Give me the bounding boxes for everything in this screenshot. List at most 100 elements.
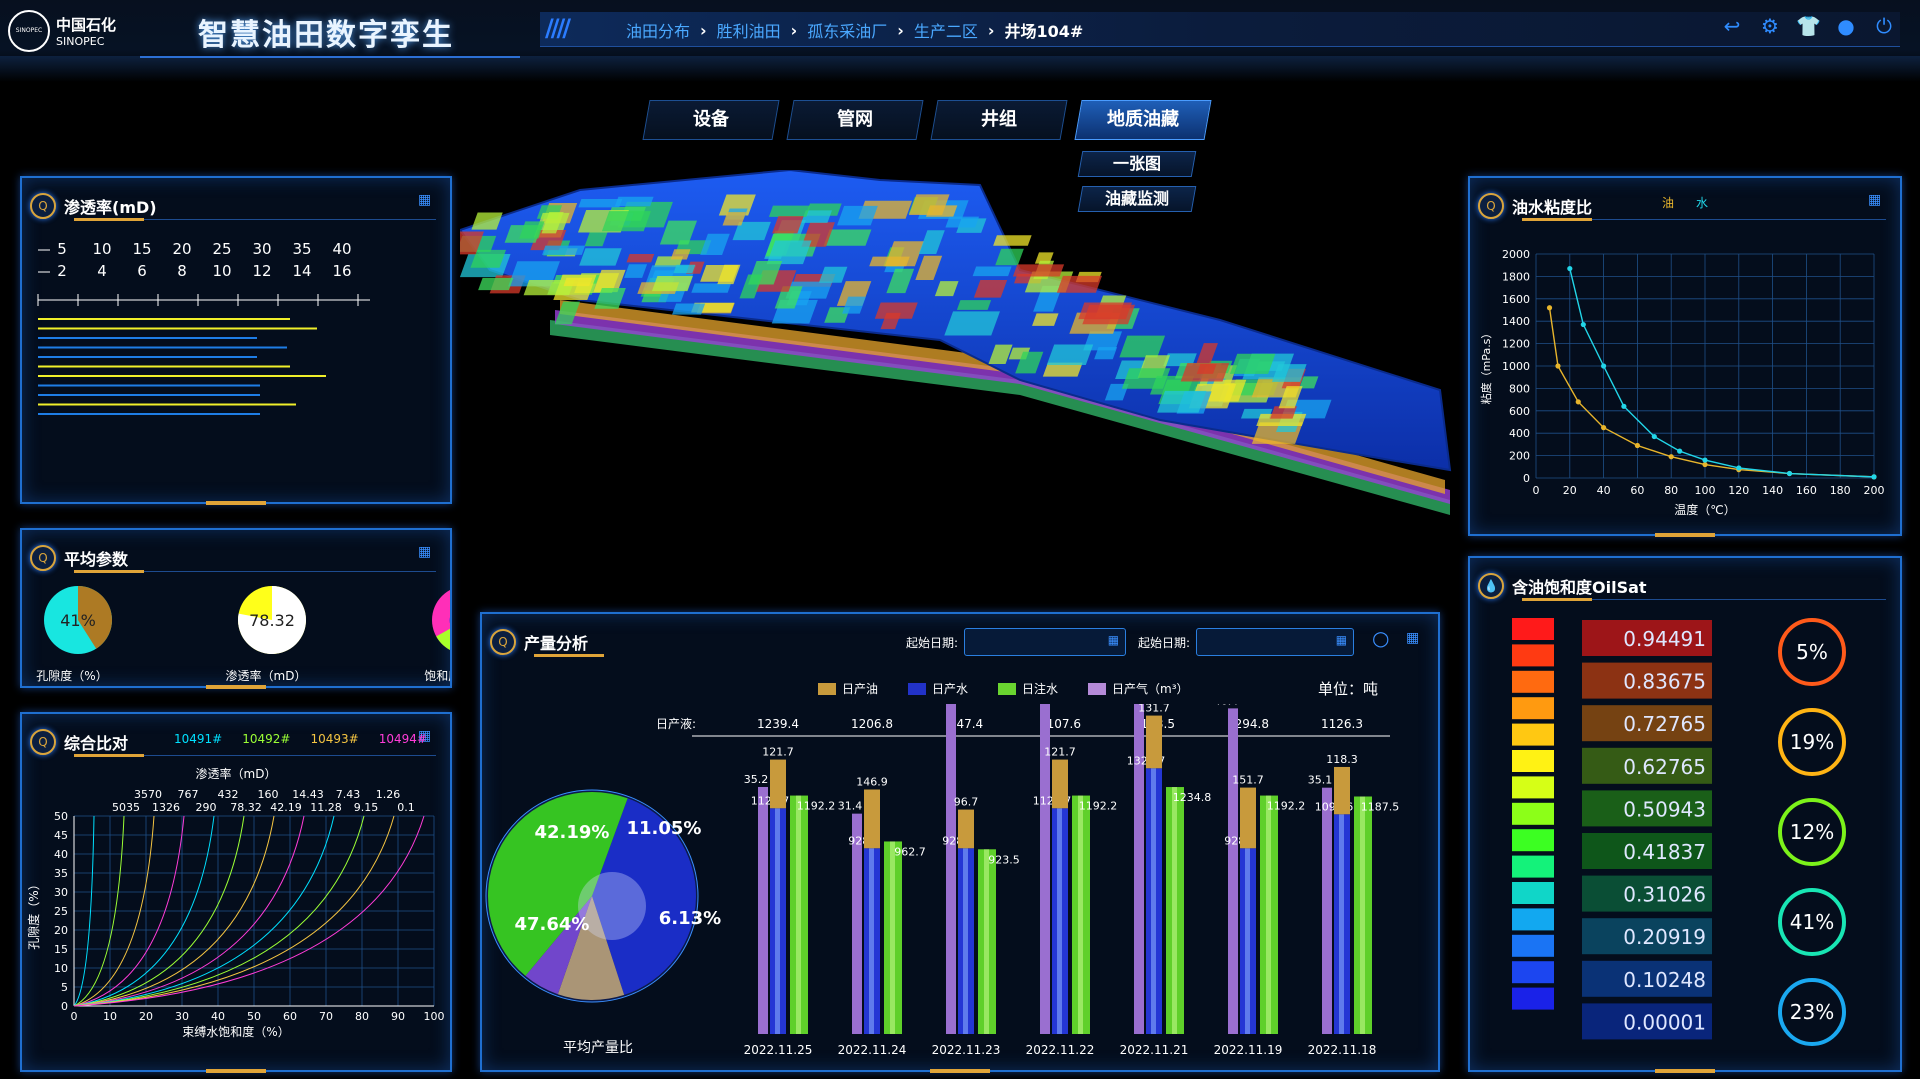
reservoir-patch xyxy=(993,235,1032,246)
permeability-line xyxy=(38,384,260,387)
permeability-line xyxy=(38,365,290,368)
x-tick-label: 30 xyxy=(175,1010,189,1023)
date-filter-start: 起始日期: ▦ xyxy=(906,628,1127,656)
legend-item: 日产气（m³） xyxy=(1088,680,1189,697)
scale-label: 8 xyxy=(177,262,187,280)
gear-icon[interactable]: ⚙ xyxy=(1758,14,1782,38)
reservoir-patch xyxy=(972,266,1012,277)
y-tick-label: 25 xyxy=(54,905,68,918)
viscosity-line xyxy=(1569,268,1875,478)
grid-icon[interactable]: ▦ xyxy=(1406,630,1424,646)
x-category-label: 2022.11.18 xyxy=(1308,1043,1377,1057)
x-tick-label: 70 xyxy=(319,1010,333,1023)
scale-swatch xyxy=(1512,987,1554,1010)
saturation-value: 0.20919 xyxy=(1623,925,1706,949)
legend-item: 日产油 xyxy=(818,680,878,697)
top-axis-label: 42.19 xyxy=(270,801,302,814)
ratio-ring-label: 23% xyxy=(1790,1000,1834,1024)
search-icon[interactable]: ○ xyxy=(1372,626,1396,650)
breadcrumb-item-field-distribution[interactable]: 油田分布 xyxy=(626,18,690,42)
legend-label: 日产油 xyxy=(842,682,879,696)
x-category-label: 2022.11.22 xyxy=(1026,1043,1095,1057)
chevron-right-icon: › xyxy=(987,20,995,40)
pie-caption: 平均产量比 xyxy=(563,1040,633,1056)
bar-label-gas: 35.2 xyxy=(744,773,769,786)
title-underline xyxy=(74,218,144,221)
top-axis-label: 1326 xyxy=(152,801,180,814)
bar-label-oil: 121.7 xyxy=(1044,746,1076,759)
tab-label: 管网 xyxy=(837,109,873,130)
logo-chinese: 中国石化 xyxy=(56,16,117,34)
ratio-ring-label: 41% xyxy=(1790,910,1834,934)
saturation-value: 0.50943 xyxy=(1623,797,1706,821)
scale-label: 30 xyxy=(252,240,271,258)
x-tick-label: 100 xyxy=(1695,484,1716,497)
back-icon[interactable]: ↩ xyxy=(1720,14,1744,38)
pie-label: 11.05% xyxy=(627,818,702,839)
toolbar: ↩ ⚙ 👕 ● ⏻ xyxy=(1720,14,1896,38)
grid-icon[interactable]: ▦ xyxy=(418,544,436,560)
bar-label-oil: 131.7 xyxy=(1138,704,1170,715)
power-icon[interactable]: ⏻ xyxy=(1872,14,1896,38)
gauge-label: 孔隙度（%） xyxy=(36,668,107,683)
viscosity-point xyxy=(1702,461,1708,468)
bar-injection-sheen xyxy=(796,795,801,1034)
breadcrumb-item-shengli[interactable]: 胜利油田 xyxy=(717,18,781,42)
bar-label-injection: 962.7 xyxy=(894,845,926,858)
x-tick-label: 60 xyxy=(283,1010,297,1023)
bar-label-injection: 1192.2 xyxy=(1079,800,1118,813)
magnifier-icon: Q xyxy=(1478,193,1504,219)
x-tick-label: 120 xyxy=(1728,484,1749,497)
y-tick-label: 2000 xyxy=(1502,248,1530,261)
y-tick-label: 10 xyxy=(54,962,68,975)
viscosity-point xyxy=(1580,321,1586,328)
bar-water-sheen xyxy=(1151,768,1156,1034)
scale-swatch xyxy=(1512,934,1554,957)
grid-icon[interactable]: ▦ xyxy=(418,192,436,208)
scale-swatch xyxy=(1512,776,1554,799)
breadcrumb-current: 井场104# xyxy=(1004,22,1084,41)
legend-oil: 油 xyxy=(1662,196,1675,210)
calendar-icon[interactable]: ▦ xyxy=(1336,633,1347,647)
reservoir-3d-model[interactable] xyxy=(460,170,1460,570)
bar-gas xyxy=(1228,708,1238,1034)
top-axis-label: 11.28 xyxy=(310,801,342,814)
tab-geology-reservoir[interactable]: 地质油藏 xyxy=(1074,100,1212,140)
legend-item: 10494# xyxy=(378,732,427,746)
legend-water: 水 xyxy=(1696,196,1709,210)
title-underline xyxy=(534,654,604,657)
x-category-label: 2022.11.23 xyxy=(932,1043,1001,1057)
viscosity-point xyxy=(1871,474,1877,480)
top-axis-title: 渗透率（mD） xyxy=(196,766,277,781)
user-icon[interactable]: ● xyxy=(1834,14,1858,38)
end-date-input[interactable]: ▦ xyxy=(1196,628,1355,656)
reservoir-patch xyxy=(1012,264,1065,277)
tab-pipeline[interactable]: 管网 xyxy=(786,100,924,140)
x-tick-label: 80 xyxy=(355,1010,369,1023)
date-filter-end: 起始日期: ▦ xyxy=(1138,628,1355,656)
grid-icon[interactable]: ▦ xyxy=(1868,192,1886,208)
start-date-input[interactable]: ▦ xyxy=(964,628,1127,656)
reservoir-patch xyxy=(601,211,651,232)
daily-liquid-label: 日产液: xyxy=(656,716,696,731)
reservoir-patch xyxy=(578,198,623,208)
x-category-label: 2022.11.19 xyxy=(1214,1043,1283,1057)
top-axis-label: 432 xyxy=(218,788,239,801)
tab-equipment[interactable]: 设备 xyxy=(642,100,780,140)
bar-oil xyxy=(864,789,880,849)
y-tick-label: 600 xyxy=(1509,405,1530,418)
breadcrumb-item-gudong[interactable]: 孤东采油厂 xyxy=(807,18,887,42)
x-axis-title: 温度（℃） xyxy=(1674,502,1735,517)
bar-oil xyxy=(958,809,974,849)
panel-foot xyxy=(206,1069,266,1073)
tab-well-group[interactable]: 井组 xyxy=(930,100,1068,140)
breadcrumb-item-production-zone[interactable]: 生产二区 xyxy=(914,18,978,42)
calendar-icon[interactable]: ▦ xyxy=(1108,633,1119,647)
x-tick-label: 0 xyxy=(71,1010,78,1023)
title-underline xyxy=(1522,218,1592,221)
ratio-ring-label: 5% xyxy=(1796,640,1828,664)
bar-label-oil: 118.3 xyxy=(1326,753,1358,766)
magnifier-icon: Q xyxy=(30,729,56,755)
panel-title: 油水粘度比 xyxy=(1512,198,1593,217)
shirt-icon[interactable]: 👕 xyxy=(1796,14,1821,38)
